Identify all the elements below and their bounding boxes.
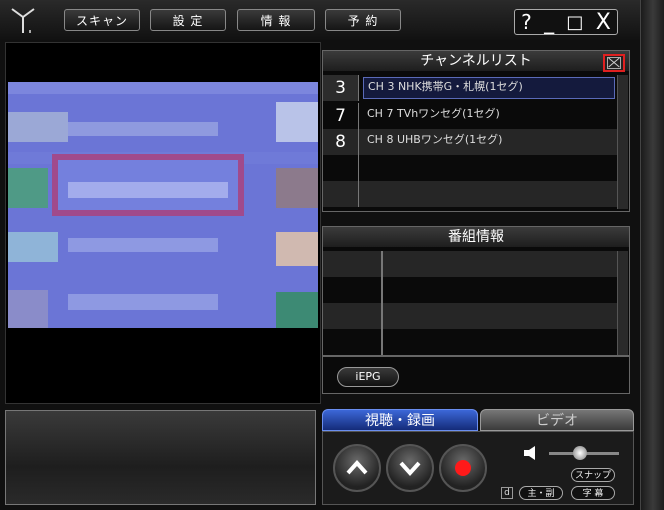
speaker-icon — [524, 446, 535, 460]
status-display — [5, 410, 316, 505]
tab-video[interactable]: ビデオ — [480, 409, 634, 431]
program-row-left — [323, 277, 383, 303]
maximize-button[interactable]: □ — [566, 12, 583, 33]
tab-watch-record[interactable]: 視聴・録画 — [322, 409, 478, 431]
channel-row[interactable]: 3 CH 3 NHK携帯G・札幌(1セグ) — [323, 75, 617, 101]
program-info-scrollbar[interactable] — [617, 251, 628, 355]
close-icon — [607, 57, 621, 69]
window-controls: ? _ □ X — [514, 9, 618, 35]
antenna-signal-icon — [11, 8, 35, 33]
program-row-left — [323, 329, 383, 355]
program-info-panel: 番組情報 — [322, 226, 630, 356]
channel-number: 8 — [323, 129, 359, 155]
chevron-down-icon — [399, 461, 421, 476]
volume-slider-knob[interactable] — [573, 446, 587, 460]
video-frame-pixelated — [8, 82, 318, 328]
channel-number-empty — [323, 155, 359, 181]
program-row-left — [323, 303, 383, 329]
data-broadcast-button[interactable]: d — [501, 487, 513, 499]
snapshot-button[interactable]: スナップ — [571, 468, 615, 482]
program-row — [323, 329, 617, 355]
reserve-button[interactable]: 予 約 — [325, 9, 401, 31]
help-button[interactable]: ? — [521, 10, 532, 34]
record-icon — [455, 460, 471, 476]
chevron-up-icon — [346, 460, 368, 475]
channel-down-button[interactable] — [386, 444, 434, 492]
close-panel-button[interactable] — [603, 54, 625, 72]
program-info-title: 番組情報 — [323, 227, 629, 247]
close-window-button[interactable]: X — [596, 10, 611, 35]
channel-row-empty — [323, 181, 617, 207]
side-scroll-strip — [640, 0, 664, 510]
channel-up-button[interactable] — [333, 444, 381, 492]
remote-control-panel: スナップ d 主・副 字 幕 — [322, 431, 634, 505]
program-row-left — [323, 251, 383, 277]
record-button[interactable] — [439, 444, 487, 492]
audio-switch-button[interactable]: 主・副 — [519, 486, 563, 500]
iepg-panel: iEPG — [322, 356, 630, 394]
channel-list-scrollbar[interactable] — [617, 75, 628, 209]
subtitle-button[interactable]: 字 幕 — [571, 486, 615, 500]
program-row — [323, 303, 617, 329]
program-row — [323, 277, 617, 303]
channel-number: 3 — [323, 75, 359, 101]
app-window: スキャン 設 定 情 報 予 約 ? _ □ X チャンネルリスト 3 CH 3… — [0, 0, 664, 510]
info-button[interactable]: 情 報 — [237, 9, 315, 31]
channel-row[interactable]: 7 CH 7 TVhワンセグ(1セグ) — [323, 103, 617, 129]
channel-list-title: チャンネルリスト — [323, 51, 629, 71]
channel-row[interactable]: 8 CH 8 UHBワンセグ(1セグ) — [323, 129, 617, 155]
channel-number-empty — [323, 181, 359, 207]
scan-button[interactable]: スキャン — [64, 9, 140, 31]
channel-name: CH 8 UHBワンセグ(1セグ) — [367, 133, 503, 146]
channel-row-empty — [323, 155, 617, 181]
channel-name: CH 3 NHK携帯G・札幌(1セグ) — [363, 77, 615, 99]
minimize-button[interactable]: _ — [544, 10, 554, 34]
program-row — [323, 251, 617, 277]
iepg-button[interactable]: iEPG — [337, 367, 399, 387]
top-toolbar: スキャン 設 定 情 報 予 約 ? _ □ X — [0, 0, 664, 40]
settings-button[interactable]: 設 定 — [150, 9, 226, 31]
channel-name: CH 7 TVhワンセグ(1セグ) — [367, 107, 500, 120]
channel-list-panel: チャンネルリスト 3 CH 3 NHK携帯G・札幌(1セグ) 7 CH 7 TV… — [322, 50, 630, 212]
channel-number: 7 — [323, 103, 359, 129]
